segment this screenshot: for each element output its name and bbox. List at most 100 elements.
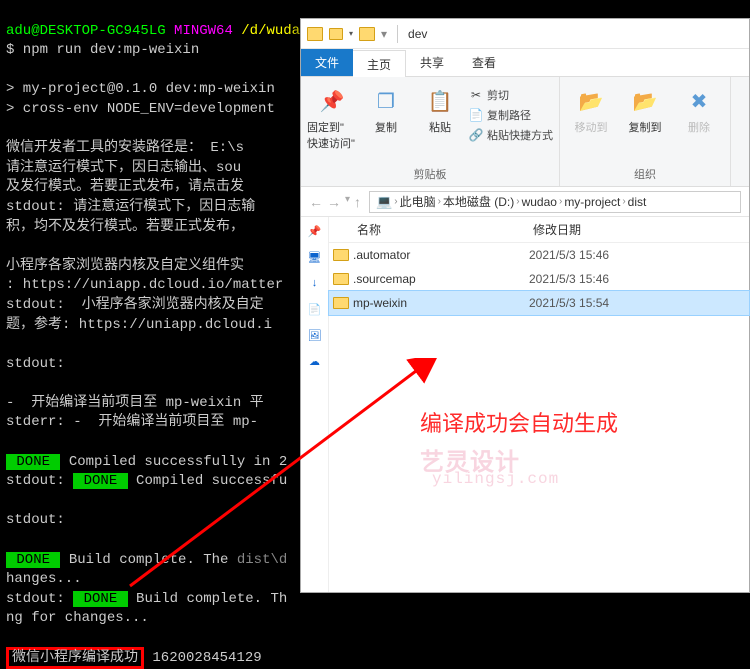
forward-icon[interactable]: →	[327, 194, 341, 210]
chevron-right-icon[interactable]: ›	[622, 196, 625, 207]
watermark-url: yilingsj.com	[432, 470, 559, 488]
file-date: 2021/5/3 15:46	[529, 272, 609, 286]
file-name: mp-weixin	[353, 296, 529, 310]
group-label-clipboard: 剪贴板	[301, 164, 559, 186]
copy-label: 复制	[375, 119, 397, 135]
file-list[interactable]: 名称 修改日期 .automator 2021/5/3 15:46 .sourc…	[329, 217, 749, 592]
bc-seg[interactable]: 此电脑	[400, 193, 436, 210]
copy-to-icon: 📂	[629, 85, 661, 117]
nav-buttons: ← → ▾ ↑	[305, 194, 365, 210]
breadcrumb-path[interactable]: 💻 › 此电脑 › 本地磁盘 (D:) › wudao › my-project…	[369, 191, 741, 213]
pin-button[interactable]: 📌 固定到" 快速访问"	[307, 85, 357, 151]
terminal-timestamp: 1620028454129	[152, 650, 261, 666]
history-dropdown-icon[interactable]: ▾	[345, 194, 350, 210]
terminal-line: stdout:	[6, 512, 65, 528]
tab-home[interactable]: 主页	[353, 50, 406, 77]
back-icon[interactable]: ←	[309, 194, 323, 210]
tab-file[interactable]: 文件	[301, 49, 353, 76]
folder-icon-small[interactable]	[329, 28, 343, 40]
copy-path-button[interactable]: 📄复制路径	[469, 107, 553, 123]
pin-label: 固定到" 快速访问"	[307, 119, 357, 151]
paste-shortcut-icon: 🔗	[469, 128, 483, 142]
bc-seg[interactable]: dist	[628, 195, 647, 209]
desktop-icon[interactable]: 🖥	[307, 249, 323, 265]
copy-button[interactable]: ❐ 复制	[361, 85, 411, 135]
window-title: dev	[402, 27, 433, 41]
list-item[interactable]: .automator 2021/5/3 15:46	[329, 243, 749, 267]
paste-button[interactable]: 📋 粘贴	[415, 85, 465, 135]
terminal-line: stderr: - 开始编译当前项目至 mp-	[6, 414, 258, 430]
col-date[interactable]: 修改日期	[529, 221, 749, 238]
delete-icon: ✖	[683, 85, 715, 117]
explorer-titlebar[interactable]: ▾ ▾ dev	[301, 19, 749, 49]
downloads-icon[interactable]: ↓	[307, 275, 323, 291]
pin-icon: 📌	[316, 85, 348, 117]
chevron-right-icon[interactable]: ›	[438, 196, 441, 207]
ribbon-group-organize: 📂 移动到 📂 复制到 ✖ 删除 组织	[560, 77, 731, 186]
bc-seg[interactable]: my-project	[564, 195, 620, 209]
delete-label: 删除	[688, 119, 710, 135]
group-label-organize: 组织	[560, 164, 730, 186]
bc-seg[interactable]: 本地磁盘 (D:)	[443, 193, 514, 210]
terminal-line: stdout:	[6, 356, 65, 372]
cut-button[interactable]: ✂剪切	[469, 87, 553, 103]
chevron-right-icon[interactable]: ›	[516, 196, 519, 207]
terminal-line: stdout: 小程序各家浏览器内核及自定	[6, 297, 264, 313]
terminal-dist: dist\d	[237, 552, 287, 568]
copy-icon: ❐	[370, 85, 402, 117]
terminal-line: stdout:	[6, 473, 73, 489]
list-item[interactable]: .sourcemap 2021/5/3 15:46	[329, 267, 749, 291]
terminal-line: : https://uniapp.dcloud.io/matter	[6, 277, 283, 293]
list-item-selected[interactable]: mp-weixin 2021/5/3 15:54	[329, 291, 749, 315]
prompt-user: adu@DESKTOP-GC945LG	[6, 23, 166, 39]
tab-view[interactable]: 查看	[458, 49, 510, 76]
terminal-line: 题，参考: https://uniapp.dcloud.i	[6, 317, 272, 333]
success-highlight: 微信小程序编译成功	[6, 647, 144, 669]
terminal-line: 微信开发者工具的安装路径是： E:\s	[6, 140, 244, 156]
terminal-line: 积，均不及发行模式。若要正式发布，	[6, 219, 244, 235]
dropdown-icon[interactable]: ▾	[349, 29, 353, 38]
file-name: .sourcemap	[353, 272, 529, 286]
terminal-line: Compiled successfu	[128, 473, 288, 489]
sidebar-collapsed[interactable]: 📌 🖥 ↓ 📄 🖼 ☁	[301, 217, 329, 592]
bc-seg[interactable]: wudao	[522, 195, 557, 209]
cut-icon: ✂	[469, 88, 483, 102]
terminal-cmd: $ npm run dev:mp-weixin	[6, 42, 199, 58]
pc-icon: 💻	[376, 194, 392, 210]
copy-to-button[interactable]: 📂 复制到	[620, 85, 670, 135]
terminal-line: Build complete. The	[60, 552, 236, 568]
file-date: 2021/5/3 15:46	[529, 248, 609, 262]
delete-button[interactable]: ✖ 删除	[674, 85, 724, 135]
ribbon-tabs: 文件 主页 共享 查看	[301, 49, 749, 77]
terminal-line: 及发行模式。若要正式发布，请点击发	[6, 179, 244, 195]
folder-icon[interactable]	[307, 27, 323, 41]
terminal-line: Build complete. Th	[128, 591, 288, 607]
file-explorer-window[interactable]: ▾ ▾ dev 文件 主页 共享 查看 📌 固定到" 快速访问" ❐ 复制	[300, 18, 750, 593]
quick-access-icon[interactable]: 📌	[307, 223, 323, 239]
up-icon[interactable]: ↑	[354, 194, 361, 210]
paste-icon: 📋	[424, 85, 456, 117]
tab-share[interactable]: 共享	[406, 49, 458, 76]
ribbon: 📌 固定到" 快速访问" ❐ 复制 📋 粘贴 ✂剪切 📄复制路径 🔗粘贴快捷方式	[301, 77, 749, 187]
terminal-line: 小程序各家浏览器内核及自定义组件实	[6, 258, 244, 274]
move-to-label: 移动到	[575, 119, 608, 135]
explorer-body: 📌 🖥 ↓ 📄 🖼 ☁ 名称 修改日期 .automator 2021/5/3 …	[301, 217, 749, 592]
paste-label: 粘贴	[429, 119, 451, 135]
move-to-icon: 📂	[575, 85, 607, 117]
move-to-button[interactable]: 📂 移动到	[566, 85, 616, 135]
chevron-right-icon[interactable]: ›	[559, 196, 562, 207]
onedrive-icon[interactable]: ☁	[307, 353, 323, 369]
documents-icon[interactable]: 📄	[307, 301, 323, 317]
chevron-right-icon[interactable]: ›	[394, 196, 397, 207]
col-name[interactable]: 名称	[329, 221, 529, 238]
terminal-line: stdout:	[6, 591, 73, 607]
overflow-icon[interactable]: ▾	[381, 27, 387, 41]
folder-open-icon[interactable]	[359, 27, 375, 41]
folder-icon	[329, 249, 353, 261]
column-headers[interactable]: 名称 修改日期	[329, 217, 749, 243]
terminal-line: stdout: 请注意运行模式下，因日志输	[6, 199, 255, 215]
paste-shortcut-button[interactable]: 🔗粘贴快捷方式	[469, 127, 553, 143]
pictures-icon[interactable]: 🖼	[307, 327, 323, 343]
done-badge: DONE	[6, 552, 60, 568]
file-date: 2021/5/3 15:54	[529, 296, 609, 310]
